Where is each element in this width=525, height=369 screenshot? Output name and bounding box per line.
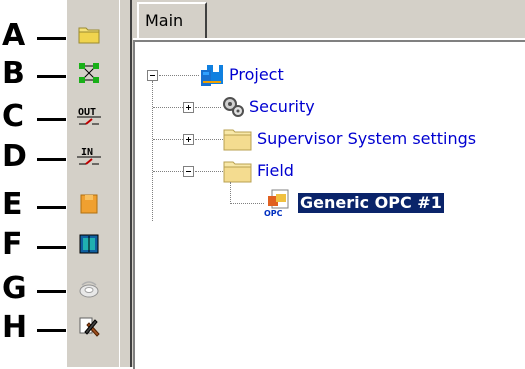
callout-letter-g: G [2,271,27,306]
svg-text:OPC: OPC [264,209,283,218]
callout-letter-b: B [2,56,25,91]
tree-connector [195,171,223,173]
tree-connector [153,171,183,173]
tab-main[interactable]: Main [137,2,207,38]
folder-icon [223,161,252,183]
security-gears-icon [223,97,244,117]
callout-letter-h: H [2,310,28,345]
tree-connector [153,139,183,141]
add-module-button[interactable] [71,226,109,260]
tree-item-security[interactable]: Security [249,97,315,117]
callout-a: A [0,18,70,53]
project-tree: Project Security Supervisor System setti… [133,38,525,369]
main-pane: Main Project Security Supervisor System … [133,0,525,369]
project-icon [201,65,223,86]
add-memory-button[interactable] [71,186,109,220]
tools-button[interactable] [71,309,109,343]
callout-g: G [0,271,70,306]
tree-connector [152,81,154,221]
callout-h: H [0,310,70,345]
memory-block-icon [80,194,98,214]
callout-line [37,290,66,293]
object-toolbar: OUT IN [67,0,120,367]
module-icon [79,234,99,254]
callout-letter-f: F [2,227,23,262]
folder-icon [223,129,252,151]
callout-line [37,246,66,249]
callout-line [37,37,66,40]
tree-connector [230,182,232,204]
application-window: A B C D E F G H OUT IN Main Project Secu… [0,0,525,369]
callout-letter-d: D [2,139,27,174]
add-folder-button[interactable] [71,17,109,51]
tab-main-label: Main [145,11,184,30]
callout-d: D [0,139,70,174]
tree-connector [159,75,199,77]
add-alarm-button[interactable] [71,270,109,304]
opc-driver-icon: OPC [264,189,289,218]
callout-line [37,118,66,121]
callout-e: E [0,187,70,222]
callout-c: C [0,99,70,134]
tree-item-field[interactable]: Field [257,161,294,181]
callout-b: B [0,56,70,91]
tree-connector [195,107,221,109]
field-collapse-toggle[interactable] [183,166,194,177]
callout-f: F [0,227,70,262]
digital-output-icon: OUT [77,107,101,125]
callout-line [37,206,66,209]
callout-letter-a: A [2,18,26,53]
callout-letter-e: E [2,187,23,222]
root-collapse-toggle[interactable] [147,70,158,81]
tree-connector [153,107,183,109]
pane-splitter-shadow [130,0,132,367]
security-expand-toggle[interactable] [183,102,194,113]
tree-frame: Project Security Supervisor System setti… [133,40,525,369]
folder-icon [78,27,100,44]
network-nodes-icon [79,63,99,83]
svg-text:IN: IN [81,147,93,158]
tools-icon [79,317,100,337]
alarm-sensor-icon [79,281,99,298]
add-digital-input-button[interactable]: IN [71,138,109,172]
tree-connector [195,139,223,141]
supervisor-expand-toggle[interactable] [183,134,194,145]
callout-line [37,329,66,332]
svg-text:OUT: OUT [78,107,96,118]
add-network-button[interactable] [71,55,109,89]
add-digital-output-button[interactable]: OUT [71,98,109,132]
tree-connector [230,203,264,205]
callout-letter-c: C [2,99,25,134]
tree-item-generic-opc[interactable]: Generic OPC #1 [298,193,444,213]
callout-line [37,158,66,161]
callout-line [37,75,66,78]
tree-item-project[interactable]: Project [229,65,284,85]
tree-item-supervisor-system-settings[interactable]: Supervisor System settings [257,129,476,149]
digital-input-icon: IN [77,147,101,165]
